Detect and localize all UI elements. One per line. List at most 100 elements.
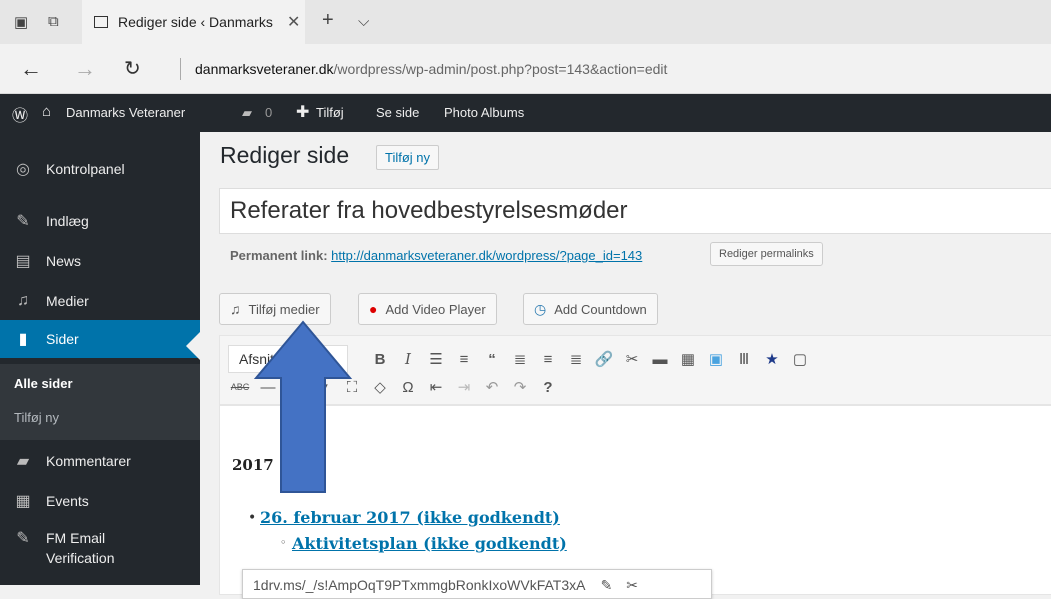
- sidebar-item-label: News: [46, 253, 82, 269]
- italic-icon[interactable]: I: [394, 346, 422, 372]
- sidebar-item-label: Medier: [46, 293, 89, 309]
- content-link-activity-plan[interactable]: Aktivitetsplan (ikke godkendt): [292, 534, 567, 553]
- media-icon: ♫: [230, 301, 241, 317]
- dashboard-icon: ◎: [16, 161, 30, 178]
- edit-link-icon[interactable]: ✎: [601, 577, 613, 593]
- annotation-arrow: [253, 320, 353, 493]
- add-new-link[interactable]: Tilføj: [316, 105, 344, 120]
- bold-icon[interactable]: B: [366, 346, 394, 372]
- unlink-icon[interactable]: ✂: [626, 577, 638, 593]
- photo-albums-link[interactable]: Photo Albums: [444, 105, 524, 120]
- sidebar-item-label: Sider: [46, 331, 79, 347]
- close-icon[interactable]: ✕: [287, 12, 300, 32]
- add-countdown-label: Add Countdown: [554, 301, 647, 317]
- columns-icon[interactable]: Ⅲ: [730, 346, 758, 372]
- indent-icon[interactable]: ⇥: [450, 374, 478, 400]
- view-page-link[interactable]: Se side: [376, 105, 419, 120]
- blockquote-icon[interactable]: “: [478, 346, 506, 372]
- content-link-meeting[interactable]: 26. februar 2017 (ikke godkendt): [260, 508, 560, 527]
- star-icon[interactable]: ★: [758, 346, 786, 372]
- permalink-link[interactable]: http://danmarksveteraner.dk/wordpress/?p…: [331, 248, 642, 263]
- undo-icon[interactable]: ↶: [478, 374, 506, 400]
- wordpress-logo-icon[interactable]: Ⓦ: [12, 102, 28, 126]
- browser-tab[interactable]: Rediger side ‹ Danmarks ✕: [82, 0, 305, 44]
- read-more-icon[interactable]: ▬: [646, 346, 674, 372]
- sidebar-item-events[interactable]: ▦ Events: [0, 482, 200, 520]
- clipboard-icon[interactable]: ▢: [786, 346, 814, 372]
- add-video-label: Add Video Player: [385, 301, 486, 317]
- permalink-row: Permanent link: http://danmarksveteraner…: [230, 248, 642, 263]
- home-icon[interactable]: ⌂: [42, 103, 51, 120]
- link-popup: 1drv.ms/_/s!AmpOqT9PTxmmgbRonkIxoWVkFAT3…: [242, 569, 712, 599]
- comment-icon: ▰: [16, 453, 30, 470]
- divider: [180, 58, 181, 80]
- browser-nav-bar: ← → ↻ danmarksveteraner.dk/wordpress/wp-…: [0, 44, 1051, 94]
- new-tab-icon[interactable]: +: [322, 9, 334, 32]
- sidebar-item-media[interactable]: ♫ Medier: [0, 282, 200, 320]
- pin-icon: ✎: [16, 213, 30, 230]
- tab-title: Rediger side ‹ Danmarks: [118, 14, 273, 30]
- calendar-icon: ▦: [15, 493, 31, 510]
- back-icon[interactable]: ←: [20, 56, 42, 82]
- sidebar-item-posts[interactable]: ✎ Indlæg: [0, 202, 200, 240]
- tab-restore-icon[interactable]: ⧉: [48, 13, 59, 30]
- pin-icon: ✎: [16, 530, 30, 547]
- image-icon[interactable]: ▣: [702, 346, 730, 372]
- bullet: ◦: [280, 536, 287, 549]
- sidebar-item-news[interactable]: ▤ News: [0, 242, 200, 280]
- forward-icon[interactable]: →: [74, 56, 96, 82]
- url-path: /wordpress/wp-admin/post.php?post=143&ac…: [333, 61, 668, 77]
- post-title-input[interactable]: Referater fra hovedbestyrelsesmøder: [219, 188, 1051, 234]
- clock-icon: ◷: [534, 300, 547, 317]
- address-bar[interactable]: danmarksveteraner.dk/wordpress/wp-admin/…: [195, 61, 667, 77]
- comments-count[interactable]: 0: [265, 105, 272, 120]
- redo-icon[interactable]: ↷: [506, 374, 534, 400]
- comment-icon[interactable]: ▰: [242, 105, 252, 121]
- numbered-list-icon[interactable]: ≡: [450, 346, 478, 372]
- tab-set-aside-icon[interactable]: ▣: [14, 13, 28, 31]
- add-countdown-button[interactable]: ◷ Add Countdown: [523, 293, 658, 325]
- outdent-icon[interactable]: ⇤: [422, 374, 450, 400]
- link-popup-url[interactable]: 1drv.ms/_/s!AmpOqT9PTxmmgbRonkIxoWVkFAT3…: [253, 577, 585, 593]
- bullet: •: [248, 510, 257, 526]
- plus-icon[interactable]: ✚: [296, 102, 309, 122]
- add-new-button[interactable]: Tilføj ny: [376, 145, 440, 170]
- sidebar-item-label-2: Verification: [46, 550, 115, 566]
- submenu-all-pages[interactable]: Alle sider: [14, 376, 73, 391]
- unlink-icon[interactable]: ✂: [618, 346, 646, 372]
- sidebar-item-dashboard[interactable]: ◎ Kontrolpanel: [0, 150, 200, 188]
- sidebar-item-label: Kommentarer: [46, 453, 131, 469]
- sidebar-item-label: Indlæg: [46, 213, 89, 229]
- play-icon: ●: [369, 301, 378, 317]
- help-icon[interactable]: ?: [534, 374, 562, 400]
- special-character-icon[interactable]: Ω: [394, 374, 422, 400]
- sidebar-item-pages[interactable]: ▮ Sider: [0, 320, 200, 358]
- page-icon: [94, 16, 108, 28]
- refresh-icon[interactable]: ↻: [124, 56, 141, 81]
- sidebar-item-label-wrap: FM Email Verification: [46, 528, 114, 568]
- sidebar-item-comments[interactable]: ▰ Kommentarer: [0, 442, 200, 480]
- link-icon[interactable]: 🔗: [590, 346, 618, 372]
- toolbar-toggle-icon[interactable]: ▦: [674, 346, 702, 372]
- submenu-add-new[interactable]: Tilføj ny: [14, 410, 59, 425]
- url-domain: danmarksveteraner.dk: [195, 61, 334, 77]
- media-icon: ♫: [17, 292, 29, 309]
- add-media-label: Tilføj medier: [248, 301, 320, 317]
- browser-tab-bar: ▣ ⧉ Rediger side ‹ Danmarks ✕ + ⌵: [0, 0, 1051, 44]
- sidebar-item-fm-email[interactable]: ✎ FM Email Verification: [0, 528, 200, 576]
- bullet-list-icon[interactable]: ☰: [422, 346, 450, 372]
- strikethrough-icon[interactable]: ABC: [226, 374, 254, 400]
- sidebar-submenu: Alle sider Tilføj ny: [0, 364, 200, 440]
- sidebar-item-label: Kontrolpanel: [46, 161, 125, 177]
- pages-icon: ▮: [18, 331, 28, 348]
- add-video-player-button[interactable]: ● Add Video Player: [358, 293, 497, 325]
- align-left-icon[interactable]: ≣: [506, 346, 534, 372]
- align-right-icon[interactable]: ≣: [562, 346, 590, 372]
- clear-formatting-icon[interactable]: ◇: [366, 374, 394, 400]
- sidebar-item-label: Events: [46, 493, 89, 509]
- permalink-label: Permanent link:: [230, 248, 328, 263]
- site-name-link[interactable]: Danmarks Veteraner: [66, 105, 185, 120]
- chevron-down-icon[interactable]: ⌵: [358, 13, 369, 30]
- edit-permalinks-button[interactable]: Rediger permalinks: [710, 242, 823, 266]
- align-center-icon[interactable]: ≡: [534, 346, 562, 372]
